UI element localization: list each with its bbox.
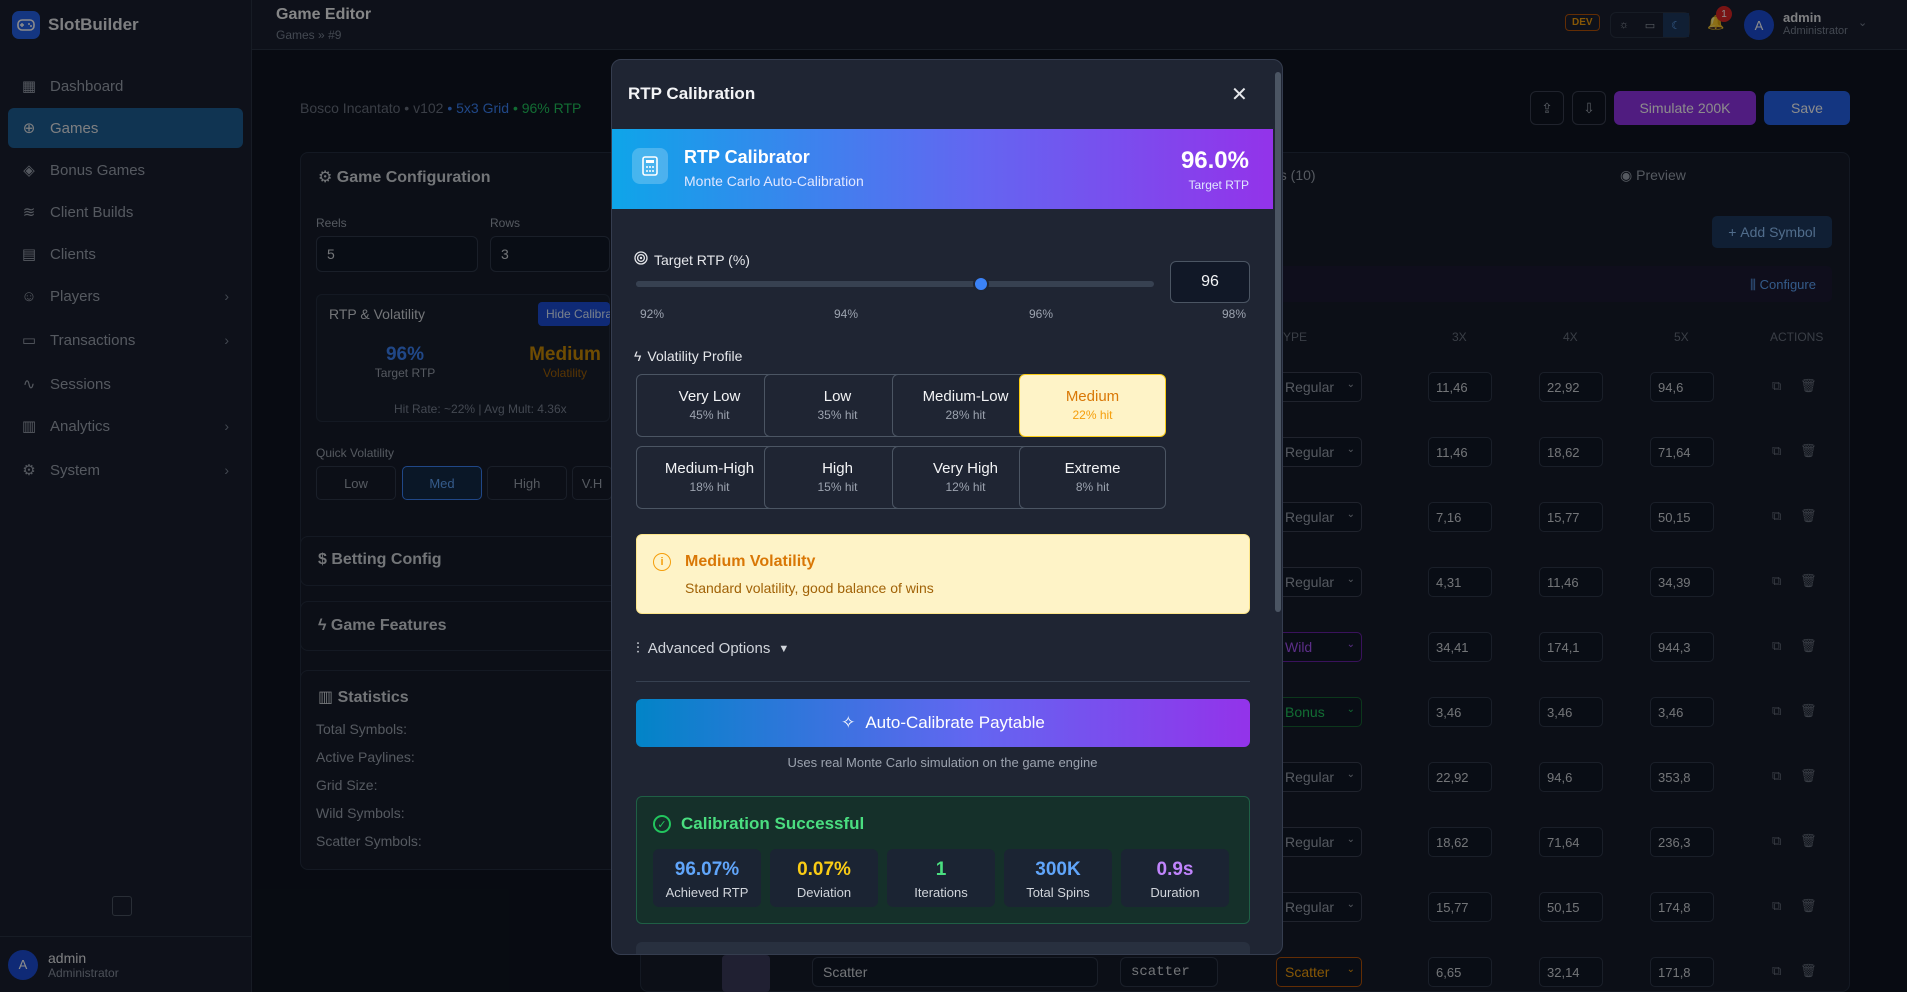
hero-target-label: Target RTP (1188, 178, 1249, 192)
auto-calibrate-label: Auto-Calibrate Paytable (865, 713, 1045, 732)
volatility-option-medium-high[interactable]: Medium-High 18% hit (636, 446, 783, 509)
calibration-stat: 1 Iterations (887, 849, 995, 907)
hero-subtitle: Monte Carlo Auto-Calibration (684, 173, 864, 189)
info-icon: i (653, 553, 671, 571)
slider-tick-96: 96% (1029, 307, 1054, 321)
slider-tick-94: 94% (834, 307, 859, 321)
calculator-icon (632, 148, 668, 184)
volatility-option-extreme[interactable]: Extreme 8% hit (1019, 446, 1166, 509)
lightning-icon: ϟ (634, 348, 642, 364)
calibration-stat-value: 96.07% (674, 859, 740, 880)
volatility-option-medium[interactable]: Medium 22% hit (1019, 374, 1166, 437)
volatility-profile-label: ϟ Volatility Profile (634, 348, 742, 364)
modal-scrollbar[interactable] (1275, 72, 1281, 612)
calibration-stat-value: 1 (935, 859, 947, 880)
sliders-icon: ⫶ (636, 640, 640, 657)
volatility-info-title: Medium Volatility (685, 553, 816, 570)
calibration-stat-label: Total Spins (1026, 885, 1090, 900)
volatility-option-name: Medium-High (664, 460, 755, 477)
calibrate-note: Uses real Monte Carlo simulation on the … (787, 755, 1098, 770)
caret-down-icon: ▼ (778, 642, 790, 655)
volatility-option-medium-low[interactable]: Medium-Low 28% hit (892, 374, 1039, 437)
volatility-option-very-high[interactable]: Very High 12% hit (892, 446, 1039, 509)
calibration-stat-label: Achieved RTP (665, 885, 749, 900)
target-rtp-label-text: Target RTP (%) (654, 251, 750, 268)
target-icon (634, 251, 648, 268)
rtp-slider-thumb[interactable] (973, 276, 990, 292)
calibration-stat-label: Deviation (796, 885, 852, 900)
calibration-stat: 96.07% Achieved RTP (653, 849, 761, 907)
volatility-option-hit: 8% hit (1075, 480, 1110, 494)
volatility-option-high[interactable]: High 15% hit (764, 446, 911, 509)
volatility-option-name: Medium-Low (922, 388, 1009, 405)
calibration-stat-value: 300K (1035, 859, 1081, 880)
check-circle-icon: ✓ (653, 815, 671, 833)
volatility-option-hit: 28% hit (945, 408, 986, 422)
volatility-option-name: Very High (932, 460, 999, 477)
volatility-option-hit: 22% hit (1072, 408, 1113, 422)
slider-tick-98: 98% (1222, 307, 1247, 321)
volatility-profile-label-text: Volatility Profile (647, 348, 743, 364)
next-section (636, 942, 1250, 954)
calibration-result: ✓ Calibration Successful 96.07% Achieved … (636, 796, 1250, 924)
modal-title: RTP Calibration (628, 84, 756, 103)
volatility-option-name: High (822, 460, 853, 477)
volatility-option-name: Medium (1065, 388, 1120, 405)
advanced-options-label: Advanced Options (647, 640, 771, 657)
rtp-slider[interactable] (636, 276, 1154, 292)
target-rtp-input[interactable]: 96 (1170, 261, 1250, 303)
calibration-stat: 0.07% Deviation (770, 849, 878, 907)
calibration-stat-label: Duration (1150, 885, 1200, 900)
hero-title: RTP Calibrator (684, 147, 810, 167)
target-rtp-label: Target RTP (%) (634, 251, 750, 268)
calibration-result-title: Calibration Successful (681, 814, 865, 833)
sparkles-icon: ✧ (841, 713, 856, 732)
calibration-stat-value: 0.9s (1156, 859, 1194, 880)
rtp-calibration-modal: RTP Calibration ✕ RTP Calibrator Monte C… (611, 59, 1283, 955)
rtp-slider-fill (636, 281, 982, 287)
hero-target-value: 96.0% (1180, 147, 1249, 174)
calibrator-hero: RTP Calibrator Monte Carlo Auto-Calibrat… (612, 129, 1273, 209)
volatility-option-hit: 35% hit (817, 408, 858, 422)
volatility-option-name: Extreme (1064, 460, 1121, 477)
volatility-info-text: Standard volatility, good balance of win… (685, 580, 934, 596)
volatility-option-hit: 12% hit (945, 480, 986, 494)
calibration-stat: 0.9s Duration (1121, 849, 1229, 907)
slider-tick-92: 92% (640, 307, 665, 321)
calibration-stat: 300K Total Spins (1004, 849, 1112, 907)
volatility-option-low[interactable]: Low 35% hit (764, 374, 911, 437)
advanced-options-toggle[interactable]: ⫶ Advanced Options ▼ (636, 640, 789, 657)
volatility-option-very-low[interactable]: Very Low 45% hit (636, 374, 783, 437)
calibration-stat-label: Iterations (914, 885, 968, 900)
divider (636, 681, 1250, 682)
volatility-option-hit: 18% hit (689, 480, 730, 494)
close-icon[interactable]: ✕ (1231, 82, 1248, 107)
volatility-option-hit: 15% hit (817, 480, 858, 494)
auto-calibrate-button[interactable]: ✧ Auto-Calibrate Paytable (636, 699, 1250, 747)
volatility-info-box: i Medium Volatility Standard volatility,… (636, 534, 1250, 614)
volatility-option-name: Very Low (678, 388, 741, 405)
volatility-option-name: Low (823, 388, 852, 405)
calibration-stat-value: 0.07% (797, 859, 851, 880)
volatility-option-hit: 45% hit (689, 408, 730, 422)
